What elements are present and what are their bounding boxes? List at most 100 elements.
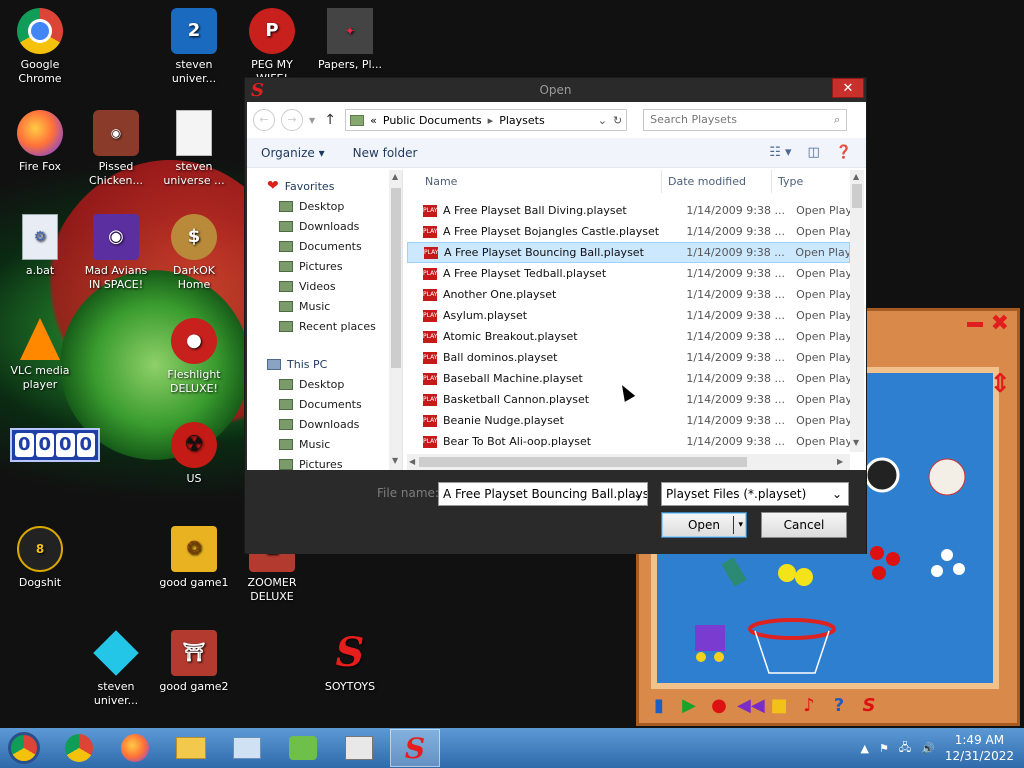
desktop-icon-good-game2[interactable]: ⛩ good game2 — [156, 630, 232, 694]
tree-item-documents[interactable]: Documents — [247, 236, 402, 256]
tree-item-pc-downloads[interactable]: Downloads — [247, 414, 402, 434]
stop-icon[interactable]: ■ — [767, 695, 791, 717]
cancel-button[interactable]: Cancel — [761, 512, 847, 538]
close-icon[interactable]: ✖ — [991, 313, 1009, 335]
file-row[interactable]: PLAY Asylum.playset 1/14/2009 9:38 ... Open… — [407, 305, 850, 326]
desktop-icon-firefox[interactable]: Fire Fox — [2, 110, 78, 174]
tree-item-downloads[interactable]: Downloads — [247, 216, 402, 236]
taskbar-firefox[interactable] — [110, 729, 160, 767]
show-hidden-icons-icon[interactable]: ▲ — [861, 742, 869, 755]
desktop-icon-peg-my-wife[interactable]: P PEG MY WIFE! — [234, 8, 310, 86]
tree-item-pictures[interactable]: Pictures — [247, 256, 402, 276]
breadcrumb-playsets[interactable]: Playsets — [499, 114, 544, 127]
file-row[interactable]: PLAY Atomic Breakout.playset 1/14/2009 9:3… — [407, 326, 850, 347]
tree-item-music[interactable]: Music — [247, 296, 402, 316]
open-button[interactable]: Open ▾ — [661, 512, 747, 538]
scrollbar-thumb[interactable] — [391, 188, 401, 368]
chevron-down-icon[interactable]: ⌄ — [633, 483, 643, 505]
new-folder-button[interactable]: New folder — [353, 146, 418, 160]
organize-button[interactable]: Organize ▾ — [261, 146, 325, 160]
start-button[interactable] — [0, 729, 48, 767]
desktop-icon-dogshit[interactable]: 8 Dogshit — [2, 526, 78, 590]
desktop-icon-us[interactable]: ☢ US — [156, 422, 232, 486]
desktop-icon-darkok-home[interactable]: $ DarkOK Home — [156, 214, 232, 292]
scroll-right-icon[interactable]: ▶ — [837, 457, 843, 466]
scroll-down-icon[interactable]: ▼ — [392, 456, 398, 465]
play-icon[interactable]: ▶ — [677, 695, 701, 717]
desktop-icon-vlc[interactable]: VLC media player — [2, 318, 78, 392]
file-row[interactable]: PLAY Another One.playset 1/14/2009 9:38 ..… — [407, 284, 850, 305]
view-options-icon[interactable]: ☷ ▾ — [769, 145, 791, 160]
chevron-down-icon[interactable]: ⌄ — [598, 114, 607, 127]
scroll-up-icon[interactable]: ▲ — [392, 172, 398, 181]
desktop-icon-steven-universe-2[interactable]: steven univer... — [78, 630, 154, 708]
record-icon[interactable]: ● — [707, 695, 731, 717]
tree-item-pc-documents[interactable]: Documents — [247, 394, 402, 414]
back-button[interactable]: ← — [253, 109, 275, 131]
forward-button[interactable]: → — [281, 109, 303, 131]
scroll-up-icon[interactable]: ▲ — [853, 172, 859, 181]
tree-item-recent-places[interactable]: Recent places — [247, 316, 402, 336]
tree-item-videos[interactable]: Videos — [247, 276, 402, 296]
desktop-icon-good-game1[interactable]: ❂ good game1 — [156, 526, 232, 590]
scrollbar-thumb[interactable] — [852, 184, 862, 208]
file-list-hscrollbar[interactable]: ◀ ▶ — [407, 454, 850, 470]
nav-pane-scrollbar[interactable]: ▲ ▼ — [389, 170, 402, 470]
volume-icon[interactable]: 🔊 — [921, 742, 935, 755]
scrollbar-thumb[interactable] — [419, 457, 747, 467]
soytoys-logo-icon[interactable]: S — [857, 695, 881, 717]
recent-locations-icon[interactable]: ▼ — [309, 116, 315, 125]
file-type-select[interactable]: Playset Files (*.playset) ⌄ — [661, 482, 849, 506]
help-icon[interactable]: ? — [827, 695, 851, 717]
tree-item-pc-desktop[interactable]: Desktop — [247, 374, 402, 394]
column-header-type[interactable]: Type — [772, 170, 832, 193]
taskbar-file-explorer[interactable] — [166, 729, 216, 767]
breadcrumb-public-documents[interactable]: Public Documents — [383, 114, 482, 127]
taskbar-control-panel[interactable] — [222, 729, 272, 767]
desktop-icon-steven-universe[interactable]: 2 steven univer... — [156, 8, 232, 86]
rewind-icon[interactable]: ◀◀ — [737, 695, 765, 717]
minimize-icon[interactable] — [966, 321, 983, 327]
music-icon[interactable]: ♪ — [797, 695, 821, 717]
desktop-icon-pissed-chicken[interactable]: ◉ Pissed Chicken... — [78, 110, 154, 188]
desktop-icon-fleshlight-deluxe[interactable]: ● Fleshlight DELUXE! — [156, 318, 232, 396]
resize-arrow-icon[interactable]: ⇕ — [989, 371, 1011, 397]
file-row[interactable]: PLAY A Free Playset Bouncing Ball.playset… — [407, 242, 850, 263]
info-icon[interactable]: ▮ — [647, 695, 671, 717]
scroll-down-icon[interactable]: ▼ — [853, 438, 859, 447]
preview-pane-icon[interactable]: ◫ — [808, 145, 820, 160]
file-row[interactable]: PLAY A Free Playset Bojangles Castle.play… — [407, 221, 850, 242]
clock[interactable]: 1:49 AM 12/31/2022 — [945, 732, 1014, 764]
scroll-left-icon[interactable]: ◀ — [409, 457, 415, 466]
tree-item-pc-music[interactable]: Music — [247, 434, 402, 454]
file-list-vscrollbar[interactable]: ▲ ▼ — [850, 170, 864, 452]
taskbar-chrome[interactable] — [54, 729, 104, 767]
file-name-field[interactable]: A Free Playset Bouncing Ball.plays ⌄ — [438, 482, 648, 506]
address-bar[interactable]: « Public Documents ▸ Playsets ⌄ ↻ — [345, 109, 628, 131]
desktop-icon-mad-avians[interactable]: ◉ Mad Avians IN SPACE! — [78, 214, 154, 292]
help-icon[interactable]: ❓ — [836, 145, 852, 160]
desktop-icon-a-bat[interactable]: ⚙ a.bat — [2, 214, 78, 278]
dialog-close-button[interactable]: ✕ — [832, 78, 864, 98]
desktop-icon-steven-universe-file[interactable]: steven universe ... — [156, 110, 232, 188]
search-input[interactable]: Search Playsets ⌕ — [643, 109, 848, 131]
desktop-icon-soytoys[interactable]: S SOYTOYS — [312, 630, 388, 694]
chevron-down-icon[interactable]: ▾ — [738, 513, 743, 537]
file-row[interactable]: PLAY A Free Playset Ball Diving.playset 1/… — [407, 200, 850, 221]
flag-icon[interactable]: ⚑ — [879, 742, 889, 755]
refresh-icon[interactable]: ↻ — [613, 114, 622, 127]
file-row[interactable]: PLAY A Free Playset Tedball.playset 1/14/2… — [407, 263, 850, 284]
column-header-name[interactable]: Name — [407, 170, 662, 193]
tree-this-pc[interactable]: This PC — [247, 354, 402, 374]
tree-item-pc-pictures[interactable]: Pictures — [247, 454, 402, 470]
desktop-icon-papers-please[interactable]: ✦ Papers, Pl... — [312, 8, 388, 72]
taskbar-store[interactable] — [334, 729, 384, 767]
tree-item-desktop[interactable]: Desktop — [247, 196, 402, 216]
file-row[interactable]: PLAY Beanie Nudge.playset 1/14/2009 9:38 .… — [407, 410, 850, 431]
up-button[interactable]: ↑ — [321, 112, 339, 128]
file-row[interactable]: PLAY Bear To Bot Ali-oop.playset 1/14/2009… — [407, 431, 850, 452]
tree-favorites[interactable]: ❤ Favorites — [247, 176, 402, 196]
taskbar-users[interactable] — [278, 729, 328, 767]
file-row[interactable]: PLAY Ball dominos.playset 1/14/2009 9:38 .… — [407, 347, 850, 368]
desktop-icon-google-chrome[interactable]: Google Chrome — [2, 8, 78, 86]
